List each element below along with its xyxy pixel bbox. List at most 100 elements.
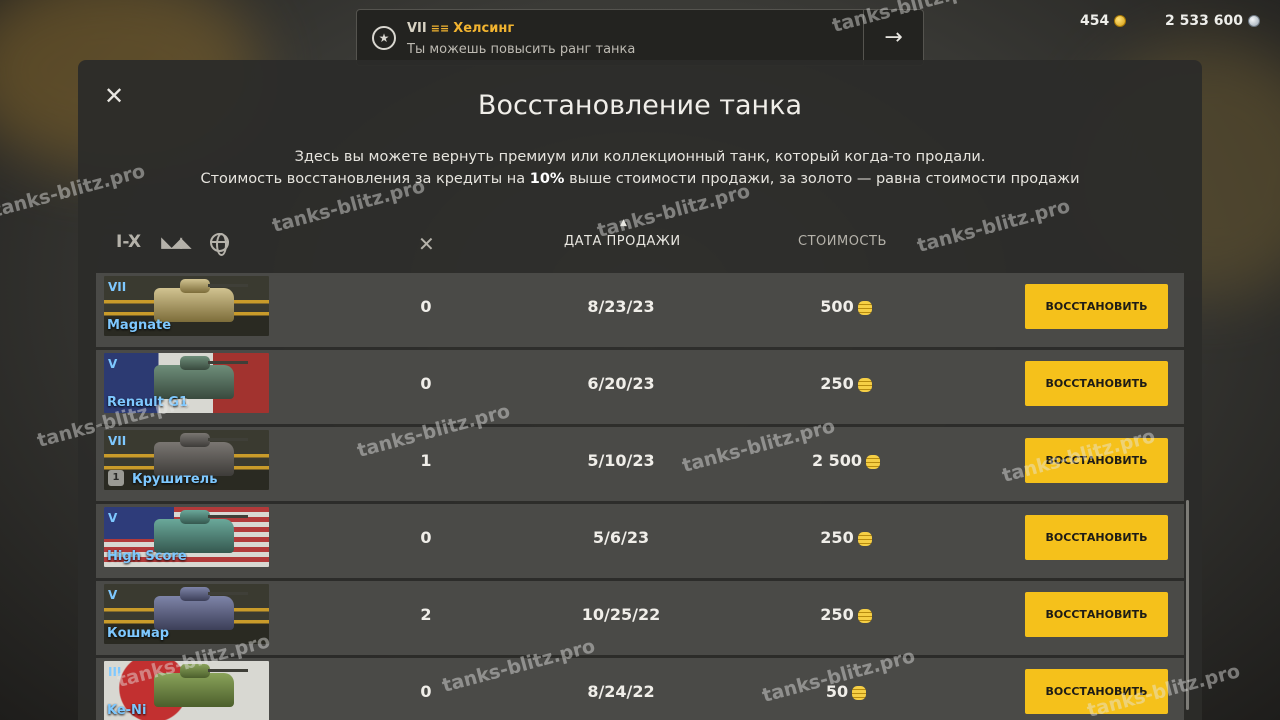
tank-thumbnail[interactable]: V Кошмар: [104, 584, 269, 644]
tank-tier: III: [108, 665, 122, 679]
notification-go-button[interactable]: →: [863, 10, 923, 65]
gold-coins-icon: [857, 300, 872, 315]
tank-thumbnail[interactable]: III Ke-Ni: [104, 661, 269, 720]
tank-image: [154, 356, 248, 399]
description-line-2: Стоимость восстановления за кредиты на 1…: [78, 168, 1202, 190]
restore-button[interactable]: ВОССТАНОВИТЬ: [1025, 592, 1168, 637]
cost-value: 500: [820, 297, 854, 316]
tank-thumbnail[interactable]: V High Score: [104, 507, 269, 567]
tank-tier: VII: [108, 280, 127, 294]
gold-amount: 454: [1080, 13, 1110, 29]
table-row: VII Magnate 0 8/23/23 500 ВОССТАНОВИТЬ: [96, 273, 1184, 347]
tank-name: Renault G1: [107, 395, 189, 410]
tank-image: [154, 587, 248, 630]
tank-tier: V: [108, 588, 118, 602]
notification-message: Ты можешь повысить ранг танка: [407, 42, 636, 57]
tank-image: [154, 433, 248, 476]
sale-date: 6/20/23: [587, 374, 655, 393]
restore-button[interactable]: ВОССТАНОВИТЬ: [1025, 361, 1168, 406]
battles-crossed-swords-icon[interactable]: ✕: [418, 232, 435, 256]
column-header-cost[interactable]: СТОИМОСТЬ: [798, 234, 887, 249]
filter-bar: I-X ◣◢◣: [116, 232, 229, 256]
tank-tier: VII: [108, 434, 127, 448]
tank-thumbnail[interactable]: VII 1 Крушитель: [104, 430, 269, 490]
restore-cost: 250: [756, 528, 936, 547]
vehicle-type-filter-icon[interactable]: ◣◢◣: [161, 233, 192, 251]
restore-cost: 500: [756, 297, 936, 316]
gold-balance[interactable]: 454: [1080, 13, 1127, 29]
restore-cost: 50: [756, 682, 936, 701]
gold-coins-icon: [866, 454, 881, 469]
dialog-description: Здесь вы можете вернуть премиум или колл…: [78, 146, 1202, 190]
sale-date: 5/6/23: [592, 528, 650, 547]
notification-tier: VII: [407, 21, 427, 36]
description-text: выше стоимости продажи, за золото — равн…: [564, 171, 1080, 187]
credits-amount: 2 533 600: [1165, 13, 1243, 29]
restore-tank-dialog: ✕ Восстановление танка Здесь вы можете в…: [78, 60, 1202, 720]
gold-coins-icon: [852, 685, 867, 700]
tank-image: [154, 664, 248, 707]
tank-thumbnail[interactable]: VII Magnate: [104, 276, 269, 336]
cost-value: 250: [820, 528, 854, 547]
rank-up-notification[interactable]: ★ VII ≡≡ Хелсинг Ты можешь повысить ранг…: [356, 9, 924, 66]
tank-name: Magnate: [107, 318, 172, 333]
description-text: Стоимость восстановления за кредиты на: [200, 171, 530, 187]
sale-date: 8/24/22: [587, 682, 655, 701]
table-row: III Ke-Ni 0 8/24/22 50 ВОССТАНОВИТЬ: [96, 658, 1184, 720]
cost-value: 250: [820, 374, 854, 393]
cost-value: 2 500: [811, 451, 863, 470]
tank-list: VII Magnate 0 8/23/23 500 ВОССТАНОВИТЬ V…: [96, 273, 1184, 720]
tank-image: [154, 279, 248, 322]
tank-name: Крушитель: [132, 472, 218, 487]
mastery-badge: 1: [108, 470, 124, 486]
tank-image: [154, 510, 248, 553]
tank-name: Кошмар: [107, 626, 170, 641]
notification-title: VII ≡≡ Хелсинг: [407, 21, 514, 36]
rank-wings-icon: ≡≡: [430, 22, 450, 35]
gold-coins-icon: [857, 531, 872, 546]
restore-button[interactable]: ВОССТАНОВИТЬ: [1025, 438, 1168, 483]
sort-ascending-icon: ▲: [620, 218, 627, 228]
tank-name: Ke-Ni: [107, 703, 147, 718]
table-row: V High Score 0 5/6/23 250 ВОССТАНОВИТЬ: [96, 504, 1184, 578]
table-row: V Renault G1 0 6/20/23 250 ВОССТАНОВИТЬ: [96, 350, 1184, 424]
battles-count: 2: [420, 605, 432, 624]
battles-count: 1: [420, 451, 432, 470]
restore-button[interactable]: ВОССТАНОВИТЬ: [1025, 515, 1168, 560]
tier-filter[interactable]: I-X: [116, 232, 141, 252]
tank-tier: V: [108, 511, 118, 525]
arrow-right-icon: →: [884, 25, 903, 50]
restore-cost: 250: [756, 605, 936, 624]
battles-count: 0: [420, 297, 432, 316]
nation-filter-globe-icon[interactable]: [209, 232, 229, 256]
restore-cost: 2 500: [756, 451, 936, 470]
notification-tank-name: Хелсинг: [453, 21, 515, 36]
restore-button[interactable]: ВОССТАНОВИТЬ: [1025, 284, 1168, 329]
gold-coins-icon: [857, 377, 872, 392]
table-row: VII 1 Крушитель 1 5/10/23 2 500 ВОССТАНО…: [96, 427, 1184, 501]
tank-tier: V: [108, 357, 118, 371]
battles-count: 0: [420, 374, 432, 393]
credits-coin-icon: [1247, 15, 1260, 27]
gold-coins-icon: [857, 608, 872, 623]
column-header-date[interactable]: ДАТА ПРОДАЖИ: [564, 234, 681, 249]
sale-date: 10/25/22: [581, 605, 661, 624]
battles-count: 0: [420, 682, 432, 701]
sale-date: 8/23/23: [587, 297, 655, 316]
description-line-1: Здесь вы можете вернуть премиум или колл…: [294, 149, 986, 165]
dialog-title: Восстановление танка: [477, 90, 803, 121]
sale-date: 5/10/23: [587, 451, 655, 470]
restore-cost: 250: [756, 374, 936, 393]
tank-name: High Score: [107, 549, 187, 564]
description-percent: 10%: [529, 171, 565, 187]
credits-balance[interactable]: 2 533 600: [1165, 13, 1260, 29]
table-row: V Кошмар 2 10/25/22 250 ВОССТАНОВИТЬ: [96, 581, 1184, 655]
list-scrollbar[interactable]: [1186, 500, 1189, 710]
cost-value: 50: [825, 682, 849, 701]
cost-value: 250: [820, 605, 854, 624]
star-badge-icon: ★: [372, 26, 396, 50]
tank-thumbnail[interactable]: V Renault G1: [104, 353, 269, 413]
battles-count: 0: [420, 528, 432, 547]
gold-coin-icon: [1114, 15, 1127, 27]
restore-button[interactable]: ВОССТАНОВИТЬ: [1025, 669, 1168, 714]
